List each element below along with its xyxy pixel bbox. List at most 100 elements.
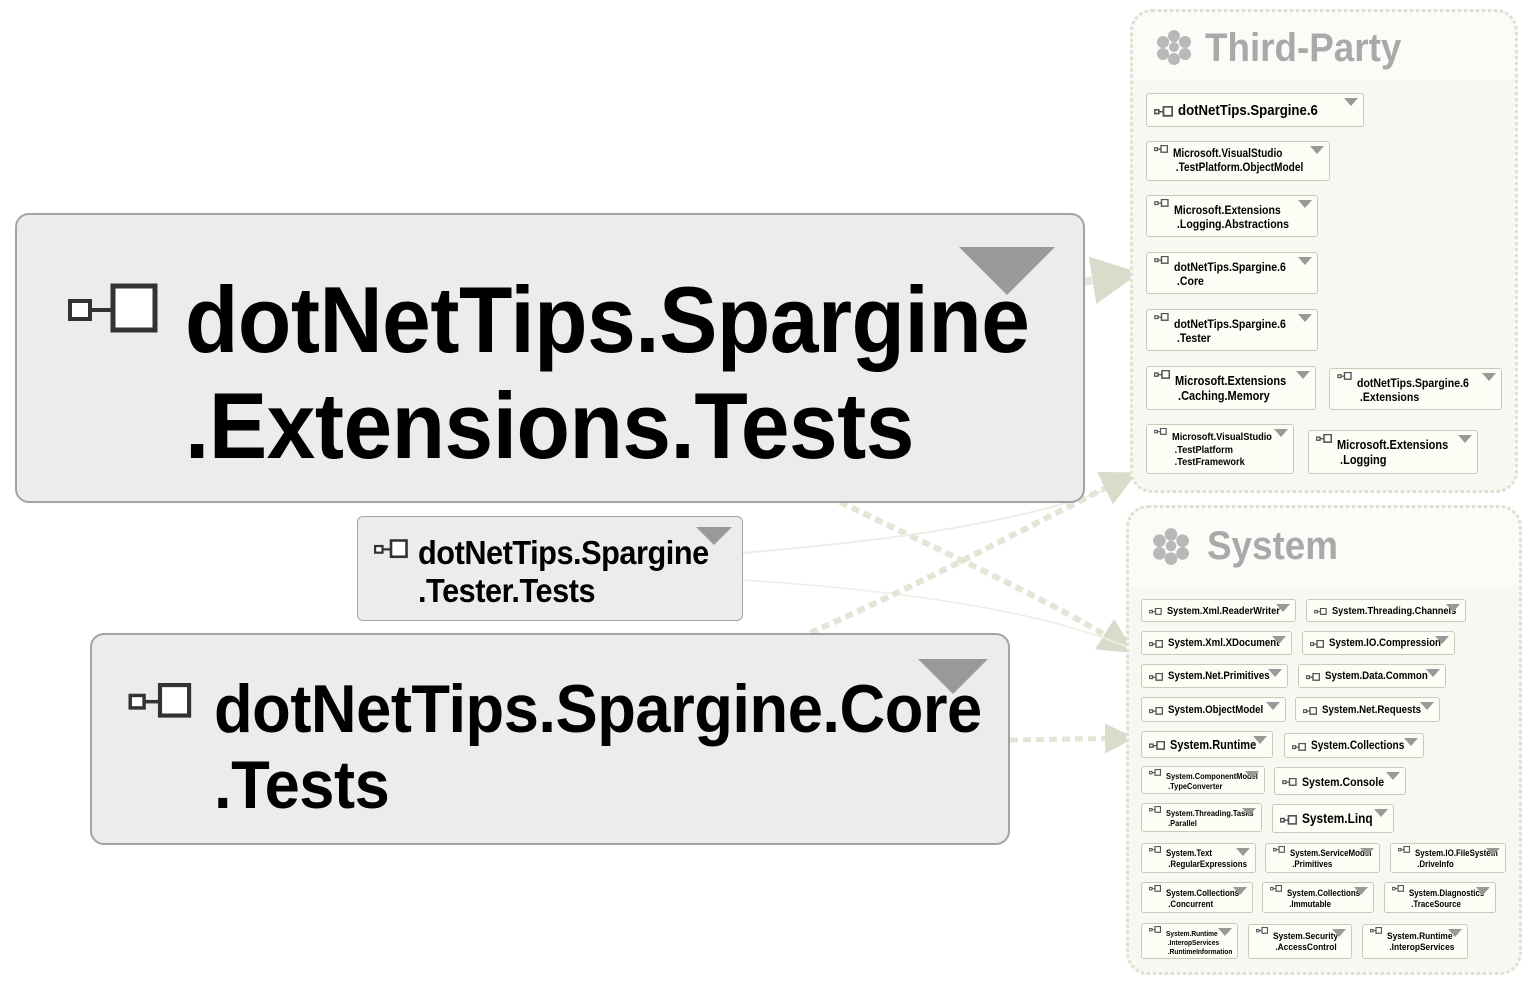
dependency-chip[interactable]: System.Text .RegularExpressions bbox=[1141, 843, 1256, 873]
collapse-arrow-icon[interactable] bbox=[1298, 257, 1312, 265]
dependency-chip[interactable]: System.Data.Common bbox=[1298, 664, 1446, 688]
dependency-label: dotNetTips.Spargine.6 .Extensions bbox=[1357, 376, 1469, 405]
dependency-label: System.Net.Primitives bbox=[1168, 670, 1270, 682]
assembly-icon bbox=[1154, 428, 1167, 435]
collapse-arrow-icon[interactable] bbox=[1298, 314, 1312, 322]
assembly-icon bbox=[374, 539, 408, 559]
collapse-arrow-icon[interactable] bbox=[1386, 772, 1400, 780]
dependency-chip[interactable]: System.Runtime .InteropServices bbox=[1362, 924, 1468, 959]
dependency-chip[interactable]: System.Threading.Tasks .Parallel bbox=[1141, 803, 1262, 832]
dependency-label: System.Security .AccessControl bbox=[1273, 931, 1339, 954]
assembly-icon bbox=[1154, 370, 1170, 379]
group-third-party[interactable]: Third-Party bbox=[1130, 9, 1518, 493]
assembly-icon bbox=[1149, 885, 1161, 892]
dependency-chip[interactable]: System.ComponentModel .TypeConverter bbox=[1141, 766, 1265, 794]
collapse-arrow-icon[interactable] bbox=[1296, 371, 1310, 379]
node-label-line2: .Tester.Tests bbox=[418, 572, 596, 609]
dependency-chip[interactable]: dotNetTips.Spargine.6 .Extensions bbox=[1329, 368, 1502, 410]
dependency-chip[interactable]: System.Threading.Channels bbox=[1306, 599, 1466, 622]
collapse-arrow-icon[interactable] bbox=[1360, 848, 1374, 856]
dependency-chip[interactable]: System.Xml.XDocument bbox=[1141, 631, 1292, 655]
dependency-chip[interactable]: System.Collections bbox=[1284, 733, 1424, 758]
collapse-arrow-icon[interactable] bbox=[1374, 809, 1388, 817]
dependency-chip[interactable]: System.Diagnostics .TraceSource bbox=[1384, 882, 1496, 913]
collapse-arrow-icon[interactable] bbox=[696, 527, 732, 545]
dependency-chip[interactable]: dotNetTips.Spargine.6 .Core bbox=[1146, 252, 1318, 294]
collapse-arrow-icon[interactable] bbox=[1253, 736, 1267, 744]
collapse-arrow-icon[interactable] bbox=[1272, 636, 1286, 644]
dependency-chip[interactable]: Microsoft.VisualStudio .TestPlatform.Obj… bbox=[1146, 141, 1330, 181]
dependency-chip[interactable]: System.IO.FileSystem .DriveInfo bbox=[1390, 843, 1506, 873]
dependency-label: Microsoft.Extensions .Caching.Memory bbox=[1175, 374, 1287, 403]
dependency-chip[interactable]: System.Net.Requests bbox=[1295, 697, 1440, 722]
collapse-arrow-icon[interactable] bbox=[1458, 435, 1472, 443]
collapse-arrow-icon[interactable] bbox=[1276, 604, 1290, 612]
collapse-arrow-icon[interactable] bbox=[1233, 887, 1247, 895]
dependency-chip[interactable]: System.Console bbox=[1274, 767, 1406, 795]
collapse-arrow-icon[interactable] bbox=[1218, 928, 1232, 936]
dependency-chip[interactable]: Microsoft.Extensions .Caching.Memory bbox=[1146, 366, 1316, 410]
collapse-arrow-icon[interactable] bbox=[1435, 636, 1449, 644]
collapse-arrow-icon[interactable] bbox=[1274, 429, 1288, 437]
dependency-chip[interactable]: System.Security .AccessControl bbox=[1248, 924, 1352, 959]
assembly-icon bbox=[128, 683, 192, 718]
dependency-label: Microsoft.Extensions .Logging.Abstractio… bbox=[1174, 203, 1289, 232]
collapse-arrow-icon[interactable] bbox=[959, 247, 1055, 295]
assembly-icon bbox=[1282, 778, 1297, 786]
node-tester-tests[interactable]: dotNetTips.Spargine .Tester.Tests bbox=[357, 516, 743, 621]
dependency-chip[interactable]: System.Xml.ReaderWriter bbox=[1141, 599, 1296, 622]
dependency-chip[interactable]: dotNetTips.Spargine.6 .Tester bbox=[1146, 309, 1318, 351]
dependency-chip[interactable]: System.IO.Compression bbox=[1302, 631, 1455, 655]
dependency-chip[interactable]: System.Collections .Immutable bbox=[1262, 882, 1374, 913]
assembly-icon bbox=[1154, 256, 1169, 264]
dependency-chip[interactable]: System.Runtime bbox=[1141, 731, 1273, 758]
node-core-tests[interactable]: dotNetTips.Spargine.Core .Tests bbox=[90, 633, 1010, 845]
dependency-chip[interactable]: System.Net.Primitives bbox=[1141, 664, 1288, 688]
dependency-label: System.Xml.XDocument bbox=[1168, 637, 1280, 649]
group-title: Third-Party bbox=[1205, 26, 1402, 70]
assembly-icon bbox=[68, 283, 158, 333]
assembly-icon bbox=[1149, 608, 1162, 615]
dependency-label: System.Console bbox=[1302, 775, 1385, 789]
collapse-arrow-icon[interactable] bbox=[1446, 604, 1460, 612]
dependency-chip[interactable]: System.ServiceModel .Primitives bbox=[1265, 843, 1380, 873]
dependency-label: System.Collections bbox=[1311, 740, 1405, 752]
collapse-arrow-icon[interactable] bbox=[1242, 808, 1256, 816]
collapse-arrow-icon[interactable] bbox=[1354, 887, 1368, 895]
collapse-arrow-icon[interactable] bbox=[1404, 738, 1418, 746]
collapse-arrow-icon[interactable] bbox=[1476, 887, 1490, 895]
dependency-chip[interactable]: dotNetTips.Spargine.6 bbox=[1146, 93, 1364, 127]
dependency-chip[interactable]: System.Runtime .InteropServices .Runtime… bbox=[1141, 923, 1238, 959]
dependency-chip[interactable]: System.Collections .Concurrent bbox=[1141, 882, 1253, 913]
dependency-chip[interactable]: Microsoft.Extensions .Logging.Abstractio… bbox=[1146, 195, 1318, 237]
dependency-chip[interactable]: Microsoft.VisualStudio .TestPlatform .Te… bbox=[1146, 424, 1294, 474]
collapse-arrow-icon[interactable] bbox=[1482, 373, 1496, 381]
collapse-arrow-icon[interactable] bbox=[1245, 771, 1259, 779]
collapse-arrow-icon[interactable] bbox=[1486, 848, 1500, 856]
collapse-arrow-icon[interactable] bbox=[918, 659, 988, 694]
assembly-icon bbox=[1337, 372, 1352, 380]
collapse-arrow-icon[interactable] bbox=[1448, 929, 1462, 937]
collapse-arrow-icon[interactable] bbox=[1310, 146, 1324, 154]
assembly-icon bbox=[1154, 145, 1168, 153]
collapse-arrow-icon[interactable] bbox=[1344, 98, 1358, 106]
assembly-icon bbox=[1149, 707, 1163, 715]
collapse-arrow-icon[interactable] bbox=[1420, 702, 1434, 710]
collapse-arrow-icon[interactable] bbox=[1236, 848, 1250, 856]
collapse-arrow-icon[interactable] bbox=[1426, 669, 1440, 677]
dependency-label: Microsoft.VisualStudio .TestPlatform .Te… bbox=[1172, 431, 1272, 469]
collapse-arrow-icon[interactable] bbox=[1266, 702, 1280, 710]
collapse-arrow-icon[interactable] bbox=[1268, 669, 1282, 677]
assembly-icon bbox=[1149, 741, 1165, 750]
dependency-chip[interactable]: System.Linq bbox=[1272, 804, 1394, 833]
assembly-icon bbox=[1154, 106, 1173, 117]
edge-core-to-system bbox=[1009, 723, 1135, 754]
assembly-icon bbox=[1149, 846, 1161, 853]
assembly-icon bbox=[1154, 199, 1169, 207]
node-extensions-tests[interactable]: dotNetTips.Spargine .Extensions.Tests bbox=[15, 213, 1085, 503]
dependency-chip[interactable]: Microsoft.Extensions .Logging bbox=[1308, 430, 1478, 474]
collapse-arrow-icon[interactable] bbox=[1332, 929, 1346, 937]
dependency-chip[interactable]: System.ObjectModel bbox=[1141, 697, 1286, 722]
collapse-arrow-icon[interactable] bbox=[1298, 200, 1312, 208]
node-label-line1: dotNetTips.Spargine bbox=[185, 267, 1030, 372]
